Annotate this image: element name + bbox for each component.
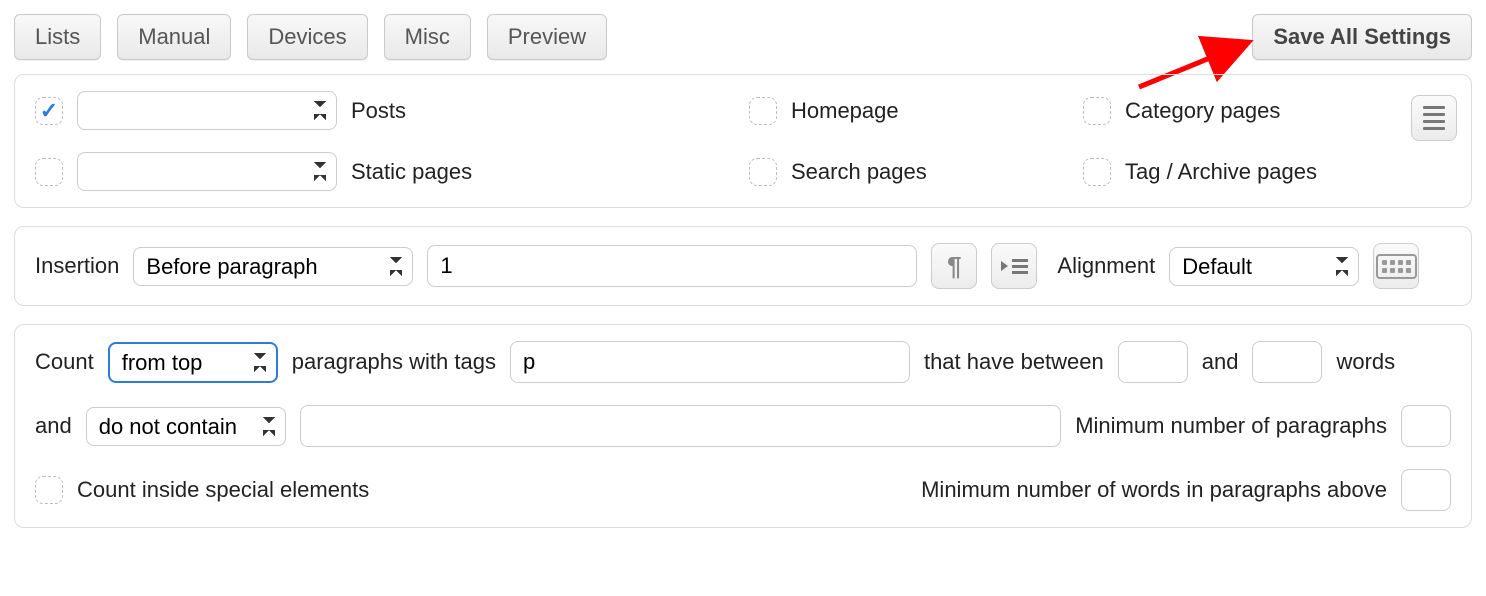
posts-checkbox[interactable] xyxy=(35,97,63,125)
category-pages-checkbox[interactable] xyxy=(1083,97,1111,125)
insertion-value-input[interactable] xyxy=(427,245,917,287)
devices-button[interactable]: Devices xyxy=(247,14,367,60)
words-label: words xyxy=(1336,349,1395,375)
search-pages-label: Search pages xyxy=(791,159,927,185)
preview-button[interactable]: Preview xyxy=(487,14,607,60)
insertion-panel: Insertion Before paragraph ¶ Alignment D… xyxy=(14,226,1472,306)
count-direction-select[interactable]: from top xyxy=(108,342,278,383)
toggle-details-button[interactable] xyxy=(1411,95,1457,141)
count-inside-label: Count inside special elements xyxy=(77,477,369,503)
paragraph-options-button[interactable]: ¶ xyxy=(931,243,977,289)
min-words-above-label: Minimum number of words in paragraphs ab… xyxy=(921,477,1387,503)
min-words-above-input[interactable] xyxy=(1401,469,1451,511)
contain-text-input[interactable] xyxy=(300,405,1061,447)
static-pages-checkbox[interactable] xyxy=(35,158,63,186)
tag-archive-label: Tag / Archive pages xyxy=(1125,159,1317,185)
insertion-label: Insertion xyxy=(35,253,119,279)
keyboard-icon xyxy=(1376,254,1417,279)
menu-icon xyxy=(1423,106,1445,130)
paragraphs-with-tags-label: paragraphs with tags xyxy=(292,349,496,375)
pilcrow-icon: ¶ xyxy=(947,251,961,282)
indent-icon xyxy=(1001,259,1028,274)
lists-button[interactable]: Lists xyxy=(14,14,101,60)
posts-label: Posts xyxy=(351,98,406,124)
save-all-settings-button[interactable]: Save All Settings xyxy=(1252,14,1472,60)
count-label: Count xyxy=(35,349,94,375)
static-pages-select[interactable] xyxy=(77,152,337,191)
misc-button[interactable]: Misc xyxy=(384,14,471,60)
tags-input[interactable] xyxy=(510,341,910,383)
count-panel: Count from top paragraphs with tags that… xyxy=(14,324,1472,528)
alignment-label: Alignment xyxy=(1057,253,1155,279)
and-label-1: and xyxy=(1202,349,1239,375)
manual-button[interactable]: Manual xyxy=(117,14,231,60)
insertion-mode-select[interactable]: Before paragraph xyxy=(133,247,413,286)
alignment-select[interactable]: Default xyxy=(1169,247,1359,286)
min-words-input[interactable] xyxy=(1118,341,1188,383)
homepage-checkbox[interactable] xyxy=(749,97,777,125)
keyboard-button[interactable] xyxy=(1373,243,1419,289)
static-pages-label: Static pages xyxy=(351,159,472,185)
min-paragraphs-input[interactable] xyxy=(1401,405,1451,447)
that-have-between-label: that have between xyxy=(924,349,1104,375)
max-words-input[interactable] xyxy=(1252,341,1322,383)
category-pages-label: Category pages xyxy=(1125,98,1280,124)
indent-options-button[interactable] xyxy=(991,243,1037,289)
and-label-2: and xyxy=(35,413,72,439)
tag-archive-checkbox[interactable] xyxy=(1083,158,1111,186)
contain-mode-select[interactable]: do not contain xyxy=(86,407,286,446)
placement-panel: Posts Homepage Category pages Static pag… xyxy=(14,74,1472,208)
posts-select[interactable] xyxy=(77,91,337,130)
count-inside-checkbox[interactable] xyxy=(35,476,63,504)
search-pages-checkbox[interactable] xyxy=(749,158,777,186)
toolbar: Lists Manual Devices Misc Preview Save A… xyxy=(14,14,1472,60)
homepage-label: Homepage xyxy=(791,98,899,124)
min-paragraphs-label: Minimum number of paragraphs xyxy=(1075,413,1387,439)
